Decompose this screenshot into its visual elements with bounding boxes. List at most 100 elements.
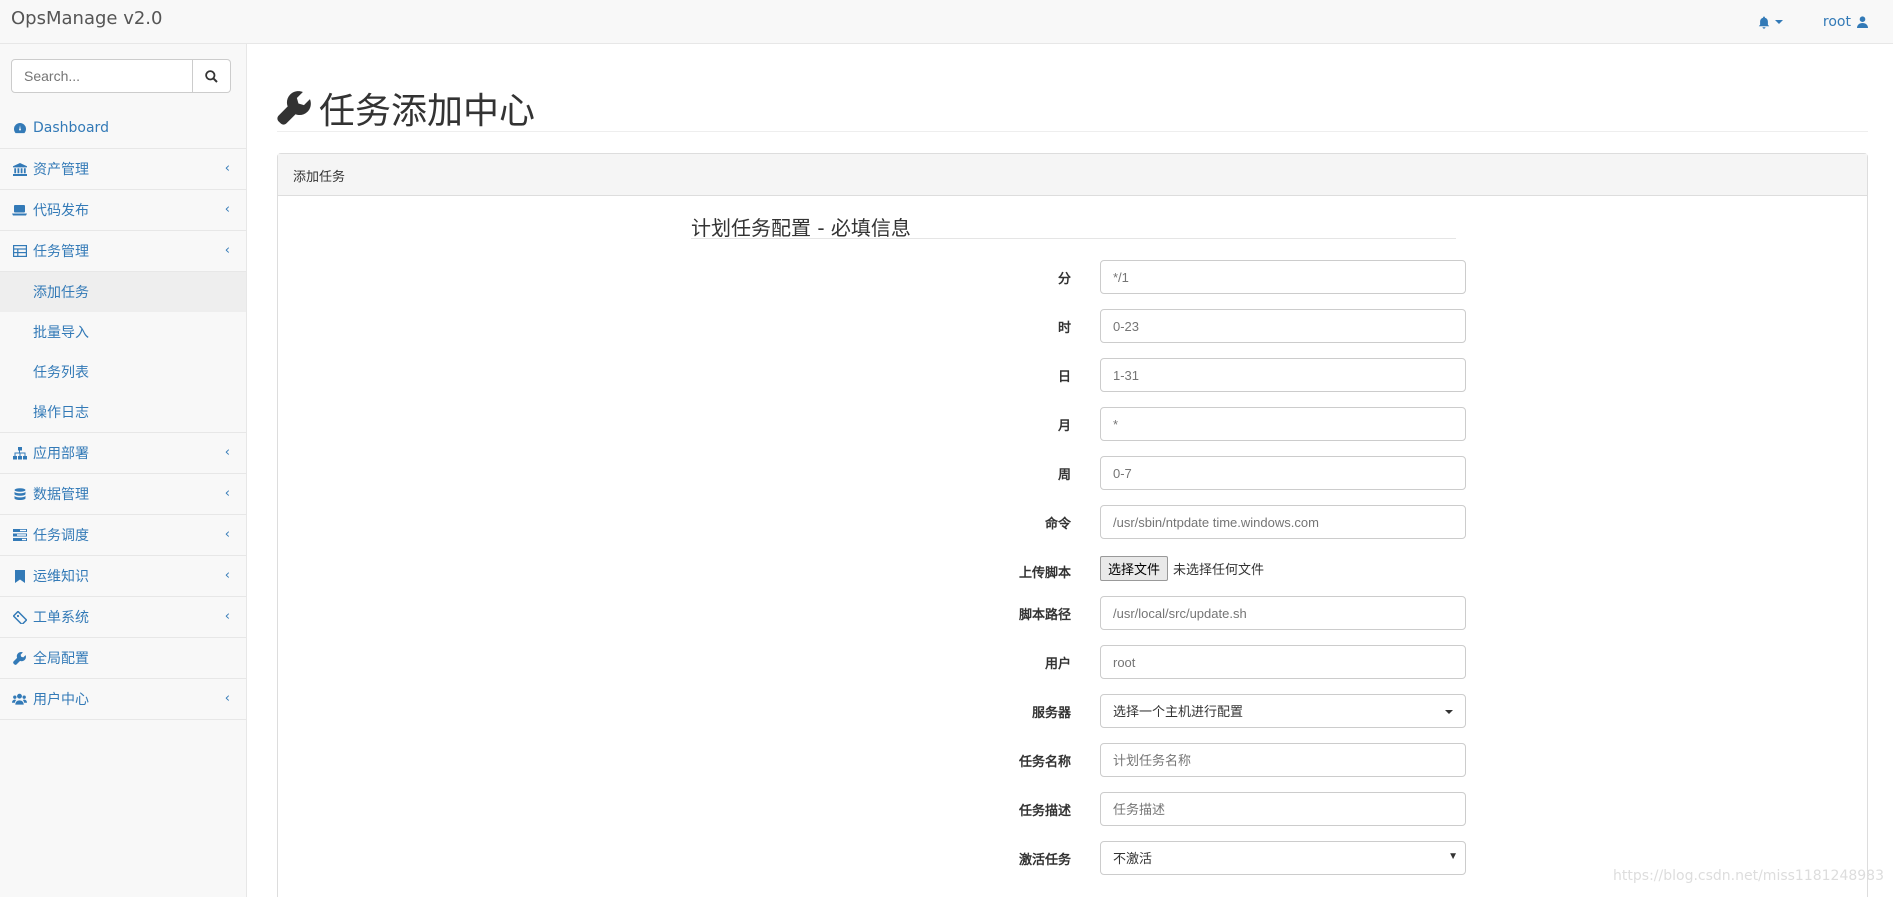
sidebar-item-label: 资产管理: [33, 162, 89, 178]
form-row-hour: 时: [691, 309, 1466, 343]
chevron-left-icon: ‹: [224, 445, 230, 460]
upload-script-label: 上传脚本: [1018, 566, 1071, 581]
notifications-dropdown[interactable]: [1758, 16, 1783, 29]
server-select-value: 选择一个主机进行配置: [1113, 704, 1244, 719]
page-header: 任务添加中心: [277, 80, 1868, 132]
choose-file-button[interactable]: 选择文件: [1100, 556, 1169, 581]
file-status: 未选择任何文件: [1173, 563, 1265, 578]
sidebar-item-label: 代码发布: [33, 203, 89, 219]
file-picker: 选择文件 未选择任何文件: [1100, 556, 1264, 581]
sidebar-item-data-management[interactable]: 数据管理 ‹: [0, 474, 246, 515]
task-name-input[interactable]: [1100, 743, 1466, 777]
brand-title[interactable]: OpsManage v2.0: [11, 8, 162, 29]
form-row-activate-task: 激活任务 不激活 ▼: [691, 841, 1466, 875]
sidebar-subitem-operation-log[interactable]: 操作日志: [0, 392, 246, 432]
user-name: root: [1822, 14, 1851, 30]
database-icon: [12, 487, 27, 502]
form-row-user: 用户: [691, 645, 1466, 679]
month-label: 月: [1057, 419, 1071, 434]
day-input[interactable]: [1100, 358, 1466, 392]
form-row-month: 月: [691, 407, 1466, 441]
sidebar-item-task-management[interactable]: 任务管理 ‹: [0, 231, 246, 272]
bank-icon: [12, 162, 27, 177]
sidebar-item-code-release[interactable]: 代码发布 ‹: [0, 190, 246, 231]
sidebar-item-label: 任务管理: [33, 244, 89, 260]
users-icon: [12, 692, 27, 707]
task-description-label: 任务描述: [1018, 804, 1071, 819]
minute-input[interactable]: [1100, 260, 1466, 294]
form-legend: 计划任务配置 - 必填信息: [691, 212, 1456, 240]
sidebar-item-label: 用户中心: [33, 692, 89, 708]
sidebar-item-assets[interactable]: 资产管理 ‹: [0, 149, 246, 190]
activate-task-label: 激活任务: [1018, 853, 1071, 868]
sidebar-subitem-task-list[interactable]: 任务列表: [0, 352, 246, 392]
chevron-left-icon: ‹: [224, 609, 230, 624]
form-row-upload-script: 上传脚本 选择文件 未选择任何文件: [691, 552, 1456, 586]
sitemap-icon: [12, 446, 27, 461]
sidebar-item-dashboard[interactable]: Dashboard: [0, 108, 246, 149]
chevron-left-icon: ‹: [224, 568, 230, 583]
chevron-left-icon: ‹: [224, 243, 230, 258]
sidebar-item-label: 应用部署: [33, 446, 89, 462]
form-row-command: 命令: [691, 505, 1466, 539]
search-icon: [205, 69, 218, 83]
script-path-input[interactable]: [1100, 596, 1466, 630]
wrench-icon: [12, 651, 27, 666]
chevron-left-icon: ‹: [224, 161, 230, 176]
sidebar-search: [11, 59, 231, 93]
sidebar-menu: Dashboard 资产管理 ‹ 代码发布 ‹ 任务管理 ‹ 添加任务 批量导入…: [0, 108, 246, 720]
sidebar-item-ops-knowledge[interactable]: 运维知识 ‹: [0, 556, 246, 597]
bookmark-icon: [12, 569, 27, 584]
wrench-icon: [277, 91, 311, 125]
sidebar-item-label: 全局配置: [33, 651, 89, 667]
page-title: 任务添加中心: [277, 82, 535, 134]
activate-task-select[interactable]: 不激活 ▼: [1100, 841, 1466, 875]
search-button[interactable]: [193, 59, 231, 93]
form-row-minute: 分: [691, 260, 1466, 294]
month-input[interactable]: [1100, 407, 1466, 441]
sidebar-subitem-batch-import[interactable]: 批量导入: [0, 312, 246, 352]
sidebar-item-user-center[interactable]: 用户中心 ‹: [0, 679, 246, 720]
minute-label: 分: [1057, 272, 1071, 287]
form-row-script-path: 脚本路径: [691, 596, 1466, 630]
tasks-icon: [12, 528, 27, 543]
sidebar-item-label: 任务调度: [33, 528, 89, 544]
dashboard-icon: [12, 121, 27, 136]
panel-heading: 添加任务: [278, 154, 1867, 196]
command-input[interactable]: [1100, 505, 1466, 539]
server-select[interactable]: 选择一个主机进行配置: [1100, 694, 1466, 728]
sidebar-item-ticket-system[interactable]: 工单系统 ‹: [0, 597, 246, 638]
sidebar-item-label: Dashboard: [33, 120, 109, 136]
form-row-weekday: 周: [691, 456, 1466, 490]
form-row-task-description: 任务描述: [691, 792, 1466, 826]
activate-task-select-value: 不激活: [1113, 851, 1153, 866]
user-icon: [1857, 16, 1868, 28]
caret-down-icon: [1445, 710, 1453, 714]
sidebar-item-label: 数据管理: [33, 487, 89, 503]
user-label: 用户: [1044, 657, 1071, 672]
sidebar-item-app-deploy[interactable]: 应用部署 ‹: [0, 433, 246, 474]
sidebar-subitem-add-task[interactable]: 添加任务: [0, 272, 246, 312]
search-input[interactable]: [11, 59, 193, 93]
sidebar-item-global-config[interactable]: 全局配置: [0, 638, 246, 679]
weekday-input[interactable]: [1100, 456, 1466, 490]
weekday-label: 周: [1057, 468, 1071, 483]
sidebar-item-label: 工单系统: [33, 610, 89, 626]
form-row-server: 服务器 选择一个主机进行配置: [691, 694, 1466, 728]
sidebar-item-label: 运维知识: [33, 569, 89, 585]
task-submenu: 添加任务 批量导入 任务列表 操作日志: [0, 272, 246, 433]
hour-input[interactable]: [1100, 309, 1466, 343]
sidebar-item-task-scheduling[interactable]: 任务调度 ‹: [0, 515, 246, 556]
laptop-icon: [12, 203, 27, 218]
task-description-input[interactable]: [1100, 792, 1466, 826]
form-row-day: 日: [691, 358, 1466, 392]
script-path-label: 脚本路径: [1018, 608, 1071, 623]
command-label: 命令: [1044, 517, 1071, 532]
ticket-icon: [12, 610, 27, 625]
triangle-down-icon: ▼: [1448, 851, 1458, 862]
user-input[interactable]: [1100, 645, 1466, 679]
chevron-left-icon: ‹: [224, 202, 230, 217]
chevron-down-icon: [1774, 20, 1783, 24]
user-dropdown[interactable]: root: [1823, 14, 1868, 30]
server-label: 服务器: [1031, 706, 1071, 721]
